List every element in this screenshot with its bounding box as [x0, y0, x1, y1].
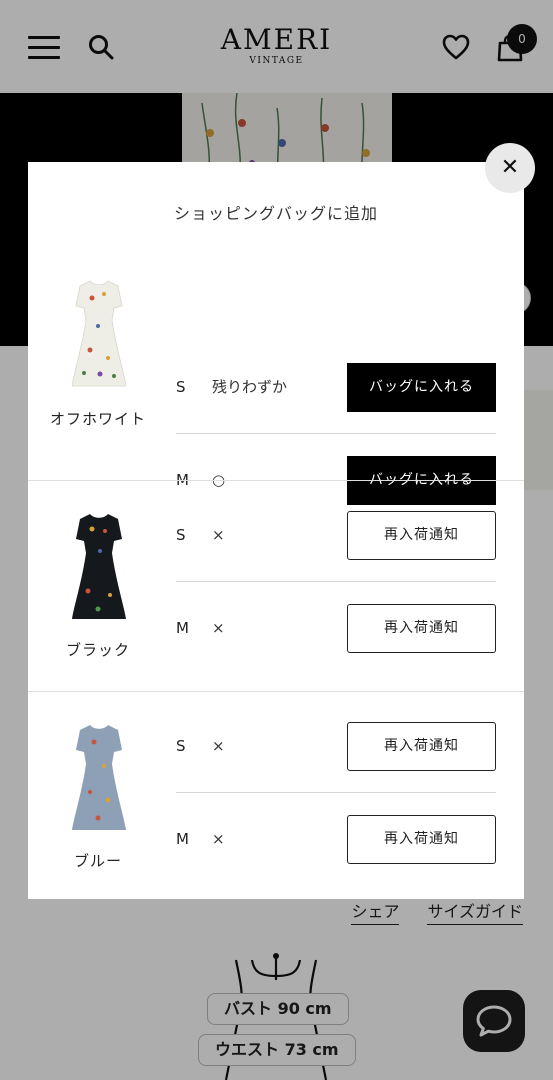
stock-status: ×	[212, 619, 225, 637]
dress-thumbnail-offwhite	[72, 280, 126, 387]
dress-thumbnail-blue	[72, 725, 126, 830]
color-group-black: ブラック S × 再入荷通知 M × 再入荷通知	[28, 480, 524, 691]
color-group-offwhite: オフホワイト S 残りわずか バッグに入れる M ○ バッグに入れる	[28, 248, 524, 505]
size-row-black-s: S × 再入荷通知	[176, 489, 496, 581]
size-label: S	[176, 737, 186, 755]
restock-notify-button[interactable]: 再入荷通知	[347, 815, 496, 864]
size-label: S	[176, 378, 186, 396]
close-icon: ✕	[500, 155, 520, 180]
dress-thumbnail-black	[72, 514, 126, 619]
color-name-black: ブラック	[65, 641, 130, 659]
stock-status: ×	[212, 526, 225, 544]
restock-notify-button[interactable]: 再入荷通知	[347, 604, 496, 653]
size-label: M	[176, 830, 189, 848]
modal-title: ショッピングバッグに追加	[173, 204, 378, 223]
color-name-offwhite: オフホワイト	[50, 410, 147, 428]
size-row-offwhite-s: S 残りわずか バッグに入れる	[176, 341, 496, 433]
add-to-bag-modal: ショッピングバッグに追加 オフホワイト S 残りわずか バッグに入れる M ○ …	[28, 162, 524, 899]
stock-status: 残りわずか	[212, 378, 288, 396]
size-row-blue-m: M × 再入荷通知	[176, 792, 496, 884]
stock-status: ×	[212, 737, 225, 755]
modal-close-button[interactable]: ✕	[485, 143, 535, 193]
color-name-blue: ブルー	[73, 852, 122, 870]
restock-notify-button[interactable]: 再入荷通知	[347, 511, 496, 560]
stock-status: ×	[212, 830, 225, 848]
size-row-black-m: M × 再入荷通知	[176, 581, 496, 673]
restock-notify-button[interactable]: 再入荷通知	[347, 722, 496, 771]
add-to-bag-button[interactable]: バッグに入れる	[347, 363, 496, 412]
size-row-blue-s: S × 再入荷通知	[176, 700, 496, 792]
size-label: M	[176, 619, 189, 637]
size-label: S	[176, 526, 186, 544]
color-group-blue: ブルー S × 再入荷通知 M × 再入荷通知	[28, 691, 524, 899]
